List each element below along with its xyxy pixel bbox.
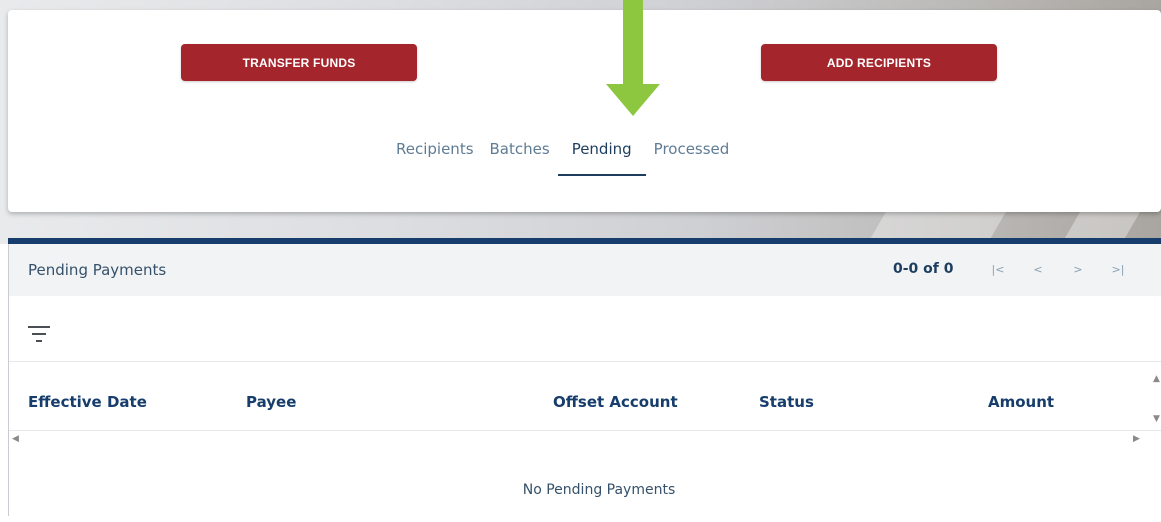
add-recipients-button[interactable]: ADD RECIPIENTS (761, 44, 997, 81)
column-header-offset-account[interactable]: Offset Account (553, 393, 678, 411)
column-header-effective-date[interactable]: Effective Date (28, 393, 147, 411)
tab-pending[interactable]: Pending (557, 132, 646, 176)
column-header-amount[interactable]: Amount (988, 393, 1054, 411)
column-header-payee[interactable]: Payee (246, 393, 296, 411)
panel-left-border (8, 244, 9, 516)
scroll-down-arrow[interactable]: ▼ (1153, 414, 1160, 424)
filter-icon[interactable] (28, 324, 50, 344)
column-header-status[interactable]: Status (759, 393, 814, 411)
tab-recipients[interactable]: Recipients (388, 132, 482, 168)
tab-bar: Recipients Batches Pending Processed (388, 132, 737, 178)
tab-processed[interactable]: Processed (646, 132, 738, 168)
arrow-down-icon (606, 0, 660, 116)
divider (8, 361, 1161, 362)
last-page-icon[interactable]: >| (1108, 259, 1128, 279)
panel-header: Pending Payments 0-0 of 0 |< < > >| (8, 244, 1161, 296)
panel-title: Pending Payments (28, 261, 167, 279)
first-page-icon[interactable]: |< (988, 259, 1008, 279)
scroll-left-arrow[interactable]: ◀ (12, 434, 19, 444)
divider (8, 430, 1161, 431)
previous-page-icon[interactable]: < (1028, 259, 1048, 279)
tab-batches[interactable]: Batches (482, 132, 558, 168)
scroll-right-arrow[interactable]: ▶ (1133, 434, 1140, 444)
top-card: TRANSFER FUNDS ADD RECIPIENTS Recipients… (8, 10, 1161, 212)
pagination-range: 0-0 of 0 (893, 261, 954, 277)
scroll-up-arrow[interactable]: ▲ (1153, 374, 1160, 384)
empty-state-message: No Pending Payments (522, 482, 676, 498)
transfer-funds-button[interactable]: TRANSFER FUNDS (181, 44, 417, 81)
next-page-icon[interactable]: > (1068, 259, 1088, 279)
pending-payments-panel: Pending Payments 0-0 of 0 |< < > >| Effe… (8, 238, 1161, 522)
